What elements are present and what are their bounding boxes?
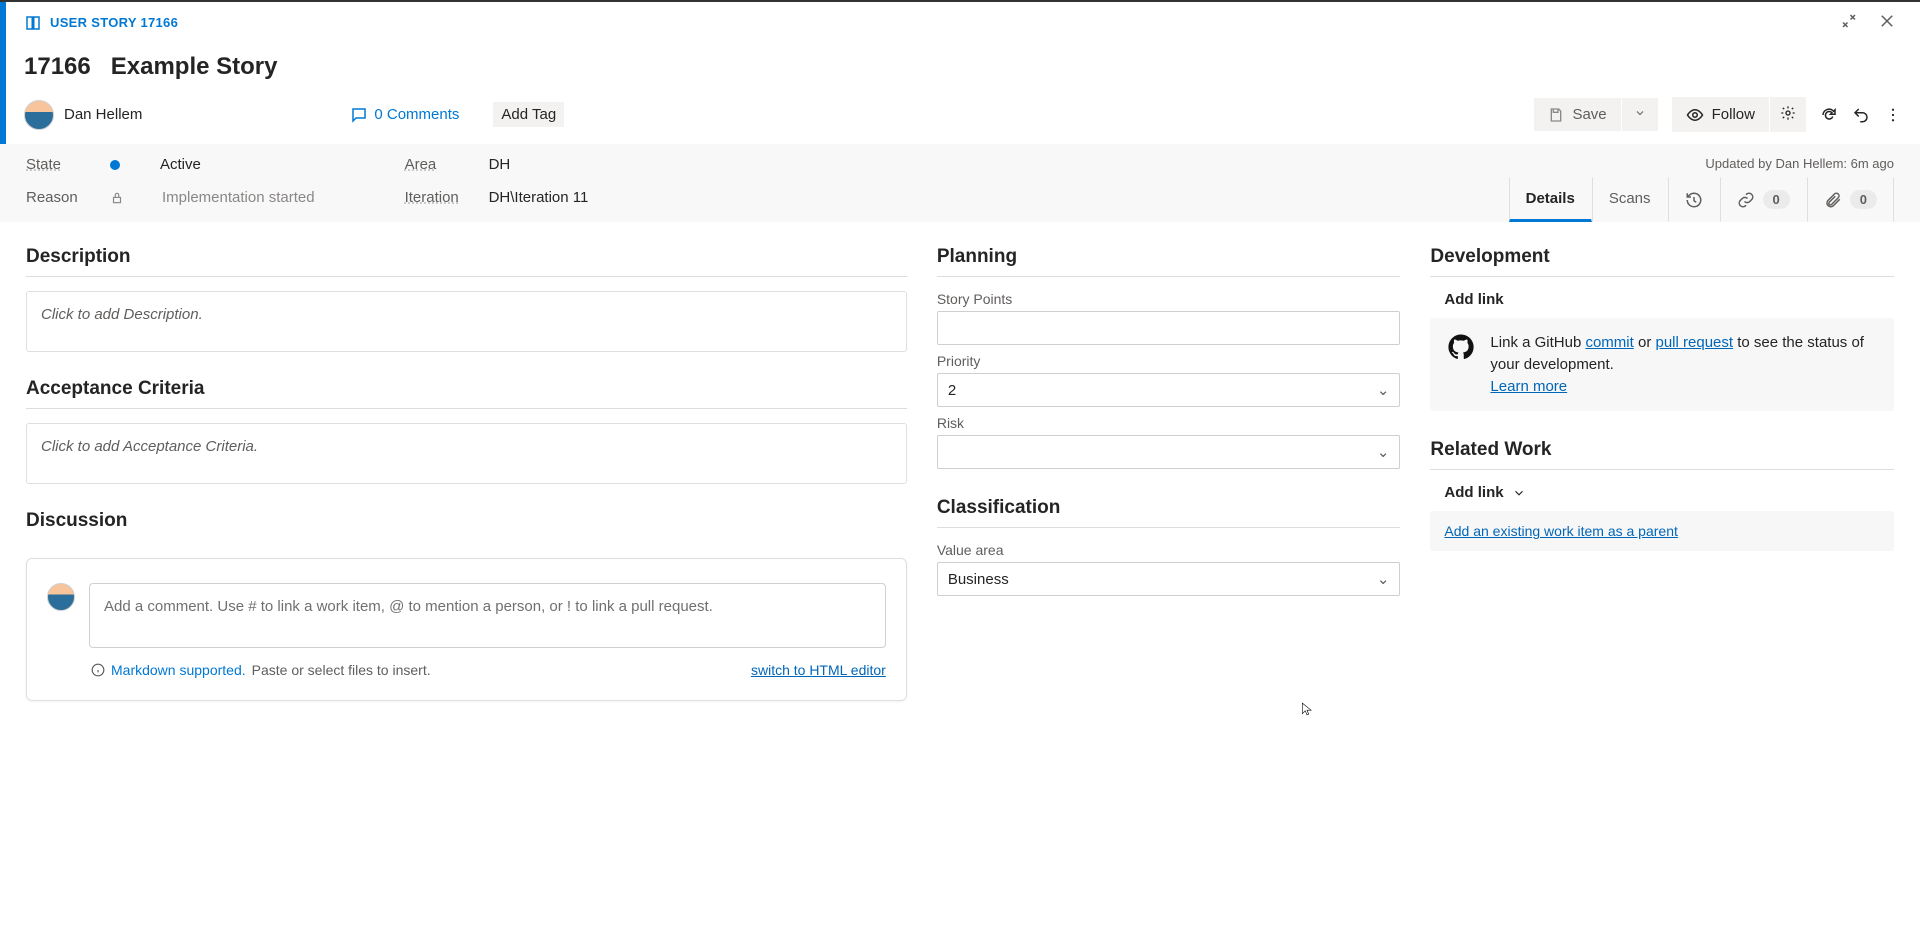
story-points-label: Story Points — [937, 291, 1401, 307]
gear-icon — [1780, 105, 1796, 121]
discussion-box: Add a comment. Use # to link a work item… — [26, 558, 907, 701]
attachment-icon — [1824, 191, 1842, 209]
priority-select[interactable]: 2 ⌄ — [937, 373, 1401, 407]
tab-scans[interactable]: Scans — [1592, 177, 1668, 222]
cursor-pointer-icon — [1300, 700, 1314, 718]
state-value: Active — [160, 156, 201, 173]
add-link-label-2: Add link — [1444, 484, 1503, 501]
assigned-to[interactable]: Dan Hellem — [64, 106, 142, 123]
link-icon — [1737, 191, 1755, 209]
more-icon[interactable] — [1884, 106, 1902, 124]
planning-heading: Planning — [937, 246, 1401, 268]
github-icon — [1446, 332, 1476, 362]
iteration-label: Iteration — [405, 189, 461, 206]
undo-icon[interactable] — [1852, 106, 1870, 124]
switch-editor-link[interactable]: switch to HTML editor — [751, 662, 886, 678]
comment-input[interactable]: Add a comment. Use # to link a work item… — [89, 583, 886, 648]
reason-label: Reason — [26, 189, 82, 206]
save-icon — [1548, 107, 1564, 123]
eye-icon — [1686, 106, 1704, 124]
github-hint: Link a GitHub commit or pull request to … — [1430, 318, 1894, 411]
comments-count-label: 0 Comments — [374, 106, 459, 123]
add-dev-link[interactable]: Add link — [1444, 291, 1894, 308]
chevron-down-icon: ⌄ — [1377, 443, 1390, 461]
chevron-down-icon — [1634, 107, 1646, 119]
iteration-field[interactable]: Iteration DH\Iteration 11 — [405, 189, 589, 206]
user-story-icon — [24, 14, 42, 32]
add-link-label: Add link — [1444, 291, 1503, 308]
paste-hint: Paste or select files to insert. — [252, 662, 431, 678]
state-label: State — [26, 156, 82, 173]
area-value: DH — [489, 156, 511, 173]
priority-label: Priority — [937, 353, 1401, 369]
chevron-down-icon: ⌄ — [1377, 381, 1390, 399]
commit-link[interactable]: commit — [1585, 334, 1633, 351]
avatar — [47, 583, 75, 611]
description-input[interactable]: Click to add Description. — [26, 291, 907, 352]
risk-select[interactable]: ⌄ — [937, 435, 1401, 469]
lock-icon — [110, 191, 124, 205]
story-points-input[interactable] — [937, 311, 1401, 345]
markdown-link[interactable]: Markdown supported. — [111, 662, 246, 678]
restore-window-icon[interactable] — [1840, 12, 1858, 33]
risk-label: Risk — [937, 415, 1401, 431]
github-hint-text: Link a GitHub — [1490, 334, 1585, 351]
tab-details[interactable]: Details — [1509, 177, 1592, 222]
add-parent-link[interactable]: Add an existing work item as a parent — [1444, 523, 1677, 539]
links-badge: 0 — [1763, 190, 1790, 209]
save-dropdown[interactable] — [1622, 98, 1658, 131]
info-icon — [91, 663, 105, 677]
work-item-title[interactable]: Example Story — [111, 53, 278, 81]
related-heading: Related Work — [1430, 439, 1894, 461]
pull-request-link[interactable]: pull request — [1656, 334, 1734, 351]
area-label: Area — [405, 156, 461, 173]
discussion-heading: Discussion — [26, 510, 907, 532]
follow-button[interactable]: Follow — [1672, 97, 1769, 132]
titlebar: USER STORY 17166 — [24, 12, 1902, 33]
state-field[interactable]: State Active — [26, 156, 315, 173]
follow-label: Follow — [1712, 106, 1755, 123]
attachments-badge: 0 — [1850, 190, 1877, 209]
acceptance-heading: Acceptance Criteria — [26, 378, 907, 400]
comments-link[interactable]: 0 Comments — [350, 106, 459, 124]
state-dot-icon — [110, 160, 120, 170]
development-heading: Development — [1430, 246, 1894, 268]
priority-value: 2 — [948, 382, 956, 399]
description-heading: Description — [26, 246, 907, 268]
tabs: Details Scans 0 0 — [1509, 177, 1894, 222]
add-tag-button[interactable]: Add Tag — [493, 102, 564, 127]
classification-heading: Classification — [937, 497, 1401, 519]
iteration-value: DH\Iteration 11 — [489, 189, 589, 206]
avatar[interactable] — [24, 100, 54, 130]
comment-icon — [350, 106, 368, 124]
area-field[interactable]: Area DH — [405, 156, 589, 173]
history-icon — [1685, 191, 1703, 209]
tab-history[interactable] — [1668, 177, 1720, 222]
value-area-label: Value area — [937, 542, 1401, 558]
updated-label: Updated by Dan Hellem: 6m ago — [1705, 156, 1894, 177]
tab-attachments[interactable]: 0 — [1807, 177, 1894, 222]
chevron-down-icon — [1512, 486, 1526, 500]
save-button[interactable]: Save — [1534, 98, 1620, 131]
work-item-type-label: USER STORY 17166 — [50, 15, 178, 30]
github-or: or — [1634, 334, 1656, 351]
chevron-down-icon: ⌄ — [1377, 570, 1390, 588]
reason-value: Implementation started — [162, 189, 315, 206]
work-item-id: 17166 — [24, 53, 91, 81]
learn-more-link[interactable]: Learn more — [1490, 378, 1567, 395]
close-icon[interactable] — [1878, 12, 1896, 33]
save-label: Save — [1572, 106, 1606, 123]
follow-settings[interactable] — [1770, 97, 1806, 132]
acceptance-input[interactable]: Click to add Acceptance Criteria. — [26, 423, 907, 484]
tab-links[interactable]: 0 — [1720, 177, 1807, 222]
add-related-link[interactable]: Add link — [1444, 484, 1894, 501]
reason-field[interactable]: Reason Implementation started — [26, 189, 315, 206]
refresh-icon[interactable] — [1820, 106, 1838, 124]
value-area-select[interactable]: Business ⌄ — [937, 562, 1401, 596]
value-area-value: Business — [948, 571, 1009, 588]
